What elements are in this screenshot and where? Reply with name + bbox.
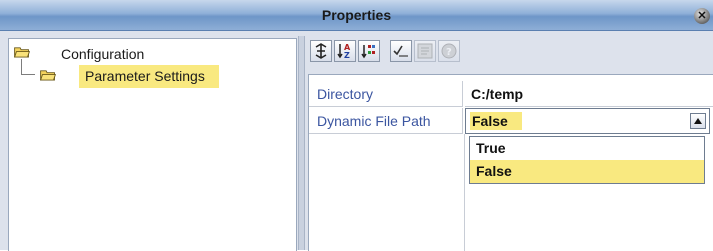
property-row-directory[interactable]: Directory C:/temp	[309, 81, 713, 107]
dynamic-file-path-combobox[interactable]: False	[465, 108, 710, 134]
sort-az-icon[interactable]: AZ	[334, 40, 356, 62]
property-name: Dynamic File Path	[309, 108, 463, 134]
title-bar[interactable]: Properties ✕	[0, 0, 713, 31]
expand-icon[interactable]	[310, 40, 332, 62]
dropdown-list: True False	[469, 136, 705, 184]
close-icon[interactable]: ✕	[694, 8, 710, 24]
tree-connector	[21, 74, 35, 75]
tree-connector	[21, 59, 22, 74]
folder-open-icon	[13, 47, 31, 58]
help-icon[interactable]: ?	[438, 40, 460, 62]
property-name: Directory	[309, 81, 463, 107]
validate-icon[interactable]	[390, 40, 412, 62]
property-value[interactable]: C:/temp	[465, 81, 713, 107]
tree-label-configuration: Configuration	[61, 46, 145, 62]
split-pane-divider[interactable]	[298, 36, 305, 250]
folder-open-icon	[39, 70, 57, 81]
column-divider	[464, 134, 465, 251]
properties-window: Properties ✕ Configuration Parameter Set…	[0, 0, 713, 251]
property-pages-icon[interactable]	[414, 40, 436, 62]
property-row-dynamic-file-path[interactable]: Dynamic File Path False	[309, 108, 713, 134]
sort-category-icon[interactable]	[358, 40, 380, 62]
svg-text:Z: Z	[344, 51, 350, 60]
window-title: Properties	[321, 7, 392, 23]
tree-pane: Configuration Parameter Settings	[8, 38, 297, 251]
chevron-up-icon[interactable]	[690, 113, 706, 129]
combobox-selected-value: False	[470, 112, 522, 130]
dropdown-option-false[interactable]: False	[470, 160, 704, 183]
svg-text:?: ?	[446, 47, 452, 58]
tree-label-parameter-settings: Parameter Settings	[79, 65, 219, 88]
dropdown-option-true[interactable]: True	[470, 137, 704, 160]
